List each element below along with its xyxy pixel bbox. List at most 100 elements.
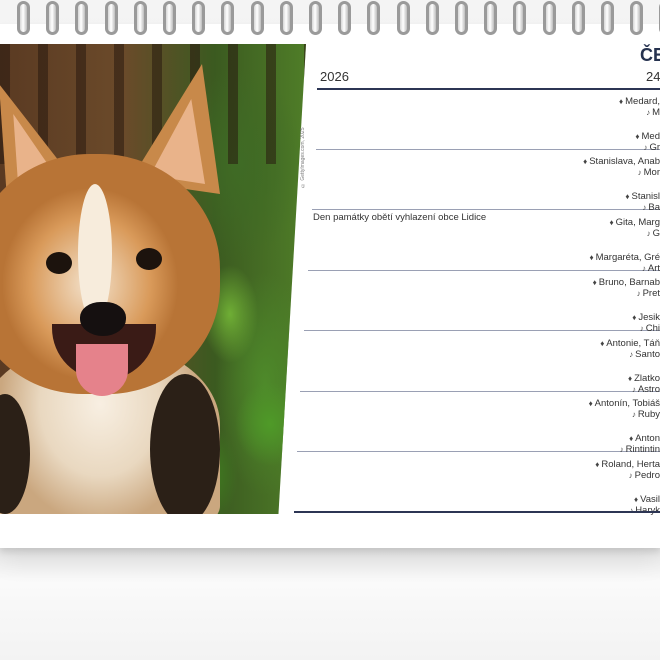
animal-name-text: Ba: [648, 202, 660, 213]
spiral-ring: [309, 1, 322, 35]
nameday-text: Antonie, Táň: [606, 338, 660, 349]
day-divider: [316, 149, 660, 150]
nameday-entry: ♦ Med: [635, 131, 660, 142]
month-title: ČE: [640, 45, 660, 65]
person-icon: ♦: [583, 157, 588, 166]
paw-icon: ♪: [639, 324, 644, 333]
spiral-ring: [630, 1, 644, 35]
nameday-text: Jesik: [638, 312, 660, 323]
spiral-ring: [75, 1, 89, 35]
spiral-ring: [250, 1, 264, 35]
animal-nameday-entry: ♪ Gr: [643, 142, 660, 153]
paw-icon: ♪: [636, 289, 641, 298]
nameday-text: Medard,: [625, 96, 660, 107]
nameday-entry: ♦ Vasil: [634, 494, 660, 505]
animal-nameday-entry: ♪ G: [647, 228, 660, 239]
person-icon: ♦: [592, 278, 597, 287]
spiral-ring: [484, 1, 498, 35]
holiday-note: Den památky obětí vyhlazení obce Lidice: [313, 212, 487, 223]
nameday-entry: ♦ Anton: [629, 433, 660, 444]
animal-name-text: Santo: [635, 349, 660, 360]
animal-nameday-entry: ♪ Astro: [632, 384, 660, 395]
spiral-ring: [279, 1, 293, 35]
nameday-text: Margaréta, Gré: [595, 252, 660, 263]
person-icon: ♦: [634, 495, 639, 504]
paw-icon: ♪: [619, 445, 624, 454]
animal-name-text: G: [652, 228, 660, 239]
animal-nameday-entry: ♪ Pedro: [629, 470, 660, 481]
nameday-entry: ♦ Roland, Herta: [595, 459, 660, 470]
nameday-entry: ♦ Antonie, Táň: [600, 338, 660, 349]
spiral-ring: [338, 1, 352, 35]
corgi-photo: [0, 44, 306, 514]
nameday-entry: ♦ Jesik: [632, 312, 660, 323]
nameday-text: Anton: [635, 433, 660, 444]
nameday-entry: ♦ Margaréta, Gré: [589, 252, 660, 263]
animal-nameday-entry: ♪ Ba: [642, 202, 660, 213]
photo-credit: © GettyImages.com, 2025: [300, 127, 306, 188]
spiral-ring: [367, 1, 381, 35]
animal-name-text: Pedro: [634, 470, 660, 481]
paw-icon: ♪: [642, 203, 647, 212]
animal-nameday-entry: ♪ Rintintin: [620, 444, 660, 455]
nameday-entry: ♦ Gita, Marg: [610, 217, 660, 228]
nameday-text: Med: [641, 131, 660, 142]
nameday-entry: ♦ Zlatko: [628, 373, 660, 384]
nameday-entry: ♦ Stanislava, Anab: [583, 156, 660, 167]
day-divider: [312, 209, 660, 210]
spiral-ring: [513, 1, 527, 35]
animal-name-text: Chi: [645, 323, 660, 334]
animal-nameday-entry: ♪ Santo: [629, 349, 660, 360]
year-label: 2026: [320, 69, 349, 84]
nameday-text: Stanisl: [631, 191, 660, 202]
header-rule: [317, 88, 660, 90]
spiral-ring: [163, 1, 176, 35]
spiral-ring: [601, 1, 614, 35]
desk-calendar-scene: © GettyImages.com, 2025 ČE 2026 24 Den p…: [0, 0, 660, 660]
person-icon: ♦: [595, 460, 600, 469]
spiral-ring: [396, 1, 410, 35]
week-number: 24: [646, 69, 660, 84]
animal-name-text: Pret: [642, 288, 660, 299]
animal-name-text: Astro: [637, 384, 660, 395]
animal-name-text: Rintintin: [625, 444, 660, 455]
person-icon: ♦: [632, 313, 637, 322]
animal-nameday-entry: ♪ M: [646, 107, 660, 118]
person-icon: ♦: [619, 97, 624, 106]
nameday-text: Stanislava, Anab: [589, 156, 660, 167]
animal-nameday-entry: ♪ Chi: [640, 323, 660, 334]
spiral-binding: [0, 0, 660, 44]
dog-left-eye: [46, 252, 72, 274]
nameday-entry: ♦ Stanisl: [625, 191, 660, 202]
animal-nameday-entry: ♪ Ruby: [632, 409, 660, 420]
animal-name-text: Ruby: [637, 409, 660, 420]
paw-icon: ♪: [646, 229, 651, 238]
paw-icon: ♪: [631, 410, 636, 419]
spiral-ring: [104, 1, 118, 35]
nameday-entry: ♦ Antonín, Tobiáš: [589, 398, 660, 409]
animal-nameday-entry: ♪ Mor: [638, 167, 660, 178]
footer-rule: [294, 511, 660, 513]
dog-tongue: [76, 344, 128, 396]
animal-nameday-entry: ♪ Art: [642, 263, 660, 274]
animal-nameday-entry: ♪ Pret: [637, 288, 660, 299]
day-divider: [300, 391, 660, 392]
nameday-text: Zlatko: [634, 373, 660, 384]
nameday-text: Vasil: [640, 494, 660, 505]
paw-icon: ♪: [643, 143, 648, 152]
animal-name-text: M: [652, 107, 660, 118]
spiral-ring: [46, 1, 60, 35]
dog-nose: [80, 302, 126, 336]
spiral-ring: [425, 1, 439, 35]
day-divider: [308, 270, 660, 271]
person-icon: ♦: [628, 374, 633, 383]
animal-name-text: Mor: [643, 167, 660, 178]
nameday-text: Antonín, Tobiáš: [594, 398, 660, 409]
paw-icon: ♪: [641, 264, 646, 273]
person-icon: ♦: [625, 192, 630, 201]
person-icon: ♦: [589, 253, 594, 262]
spiral-ring: [571, 1, 585, 35]
person-icon: ♦: [629, 434, 634, 443]
paw-icon: ♪: [646, 108, 651, 117]
dog-dark-fur: [150, 374, 220, 514]
